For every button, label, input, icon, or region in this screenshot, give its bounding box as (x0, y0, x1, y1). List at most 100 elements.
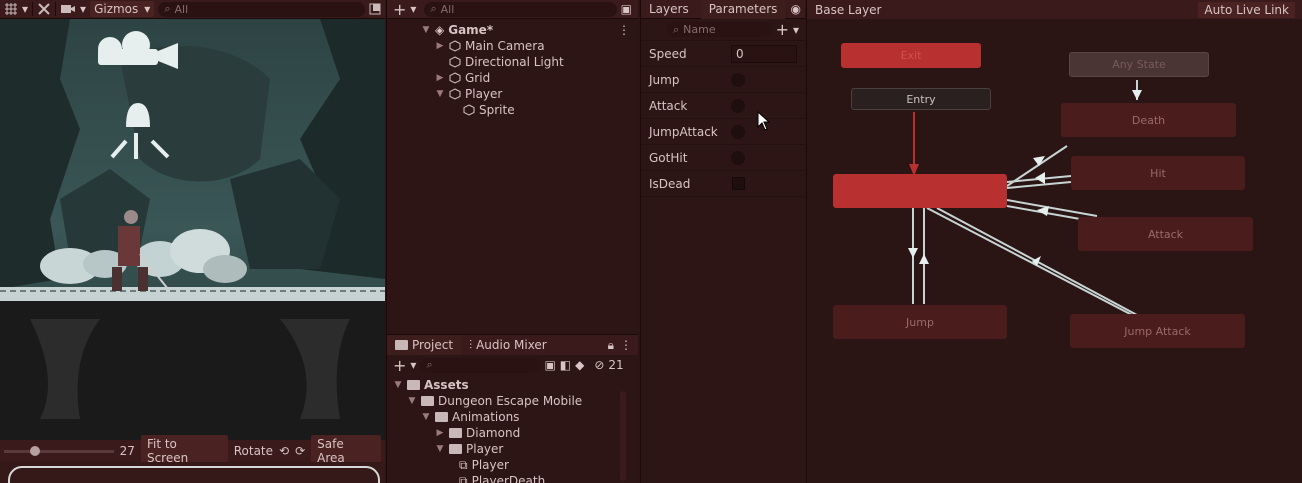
trigger-toggle[interactable] (731, 124, 745, 139)
project-scrollbar[interactable] (620, 391, 626, 481)
project-tree-label: Player (471, 458, 509, 472)
tab-parameters[interactable]: Parameters (700, 0, 786, 19)
hierarchy-item[interactable]: Directional Light (421, 54, 638, 70)
camera-icon[interactable] (60, 0, 76, 18)
scale-slider-handle[interactable] (30, 445, 40, 456)
tab-project[interactable]: Project (387, 335, 462, 355)
expand-arrow-icon[interactable]: ▼ (435, 89, 445, 99)
grid-snap-icon[interactable] (4, 0, 18, 18)
hierarchy-item[interactable]: Sprite (421, 102, 638, 118)
add-parameter-icon[interactable]: + (776, 20, 789, 39)
chevron-down-icon[interactable]: ▾ (80, 0, 86, 18)
hidden-count: 21 (608, 358, 624, 372)
hierarchy-search-placeholder: All (440, 2, 455, 16)
type-filter-icon[interactable]: ◧ (560, 358, 571, 372)
bool-checkbox[interactable] (732, 177, 745, 190)
state-entry[interactable]: Entry (851, 88, 991, 110)
chevron-down-icon[interactable]: ▾ (410, 2, 416, 16)
hierarchy-item-label: Directional Light (465, 55, 564, 69)
lock-icon[interactable]: ▣ (621, 2, 632, 16)
scale-slider[interactable] (4, 445, 114, 456)
scene-search-input[interactable]: ⌕ All (158, 1, 365, 17)
hierarchy-search-input[interactable]: ⌕ All (424, 1, 617, 17)
hierarchy-item-label: Main Camera (465, 39, 545, 53)
scene-root-row[interactable]: ▼ ◈ Game* ⋮ (421, 22, 638, 38)
expand-arrow-icon[interactable]: ▼ (421, 25, 431, 35)
animator-graph[interactable]: Base Layer Auto Live Link Exit Any State… (806, 0, 1302, 483)
maximize-icon[interactable] (369, 0, 381, 18)
state-jump-attack[interactable]: Jump Attack (1070, 314, 1245, 348)
hierarchy-panel: + ▾ ⌕ All ▣ ▼ ◈ Game* ⋮ ▶ Main Camera Di… (386, 0, 638, 333)
parameter-search-input[interactable]: ⌕ Name (667, 22, 772, 37)
unity-scene-icon: ◈ (435, 23, 445, 37)
trigger-toggle[interactable] (731, 98, 745, 113)
rotate-button[interactable]: Rotate (234, 444, 273, 458)
filter-icon[interactable]: ▣ (544, 358, 555, 372)
project-tree: ▼ Assets ▼ Dungeon Escape Mobile ▼ Anima… (387, 375, 638, 483)
project-tree-item[interactable]: ▶ Diamond (393, 425, 638, 441)
project-tree-label: Animations (452, 410, 520, 424)
animator-tabs: Layers Parameters ◉ (641, 0, 805, 19)
label-icon[interactable]: ◆ (575, 358, 584, 372)
chevron-down-icon[interactable]: ▾ (410, 358, 416, 372)
parameter-name: IsDead (649, 176, 691, 191)
trigger-toggle[interactable] (731, 150, 745, 165)
trigger-toggle[interactable] (731, 72, 745, 87)
expand-arrow-icon[interactable]: ▶ (435, 41, 445, 51)
expand-arrow-icon[interactable]: ▼ (407, 396, 417, 406)
gizmos-button[interactable]: Gizmos ▾ (90, 1, 155, 17)
project-tree-item[interactable]: ⧉ Player (393, 457, 638, 473)
project-tree-item[interactable]: ▼ Animations (393, 409, 638, 425)
tools-icon[interactable] (37, 0, 51, 18)
divider (32, 2, 34, 16)
parameter-row[interactable]: Attack (641, 93, 805, 119)
folder-icon (407, 380, 420, 390)
scene-menu-icon[interactable]: ⋮ (618, 23, 630, 37)
hidden-packages-icon[interactable]: ⊘ (594, 358, 604, 372)
scene-toolbar: ▾ ▾ Gizmos ▾ ⌕ All (0, 0, 385, 19)
parameter-row[interactable]: GotHit (641, 145, 805, 171)
search-icon: ⌕ (426, 358, 433, 371)
state-attack[interactable]: Attack (1078, 217, 1253, 251)
mouse-cursor-icon (757, 111, 771, 131)
add-icon[interactable]: + (393, 0, 406, 19)
state-death[interactable]: Death (1061, 103, 1236, 137)
project-tree-item[interactable]: ▼ Dungeon Escape Mobile (393, 393, 638, 409)
project-tree-item[interactable]: ▼ Player (393, 441, 638, 457)
project-tree-item[interactable]: ▼ Assets (393, 377, 638, 393)
parameter-row[interactable]: Jump (641, 67, 805, 93)
parameter-search-placeholder: Name (683, 23, 716, 36)
expand-arrow-icon[interactable]: ▼ (393, 380, 403, 390)
rotate-icon[interactable]: ⟲ (279, 444, 289, 458)
hierarchy-item[interactable]: ▶ Grid (421, 70, 638, 86)
expand-arrow-icon[interactable]: ▼ (435, 444, 445, 454)
hierarchy-item[interactable]: ▼ Player (421, 86, 638, 102)
state-jump[interactable]: Jump (833, 305, 1007, 339)
scene-viewport[interactable] (0, 19, 385, 440)
lock-icon[interactable]: 🔒︎ (608, 338, 614, 353)
state-exit[interactable]: Exit (841, 43, 981, 68)
parameter-row[interactable]: Speed 0 (641, 41, 805, 67)
project-search-input[interactable]: ⌕ (420, 357, 541, 373)
rotate-right-icon[interactable]: ⟳ (295, 444, 305, 458)
hierarchy-item-label: Sprite (479, 103, 515, 117)
expand-arrow-icon[interactable]: ▼ (421, 412, 431, 422)
state-default-active[interactable] (833, 174, 1007, 208)
expand-arrow-icon[interactable]: ▶ (435, 428, 445, 438)
panel-menu-icon[interactable]: ⋮ (620, 338, 632, 352)
hierarchy-item[interactable]: ▶ Main Camera (421, 38, 638, 54)
project-tree-item[interactable]: ⧉ PlayerDeath (393, 473, 638, 483)
parameter-value-field[interactable]: 0 (731, 44, 797, 63)
add-icon[interactable]: + (393, 356, 406, 375)
tab-audio-mixer[interactable]: ⫶ Audio Mixer (461, 335, 555, 355)
parameter-row[interactable]: JumpAttack (641, 119, 805, 145)
folder-icon (449, 428, 462, 438)
state-hit[interactable]: Hit (1071, 156, 1245, 190)
visibility-eye-icon[interactable]: ◉ (791, 2, 801, 16)
chevron-down-icon[interactable]: ▾ (793, 23, 799, 37)
tab-layers[interactable]: Layers (641, 0, 697, 19)
expand-arrow-icon[interactable]: ▶ (435, 73, 445, 83)
parameter-row[interactable]: IsDead (641, 171, 805, 197)
state-any-state[interactable]: Any State (1069, 52, 1209, 77)
chevron-down-icon[interactable]: ▾ (22, 0, 28, 18)
